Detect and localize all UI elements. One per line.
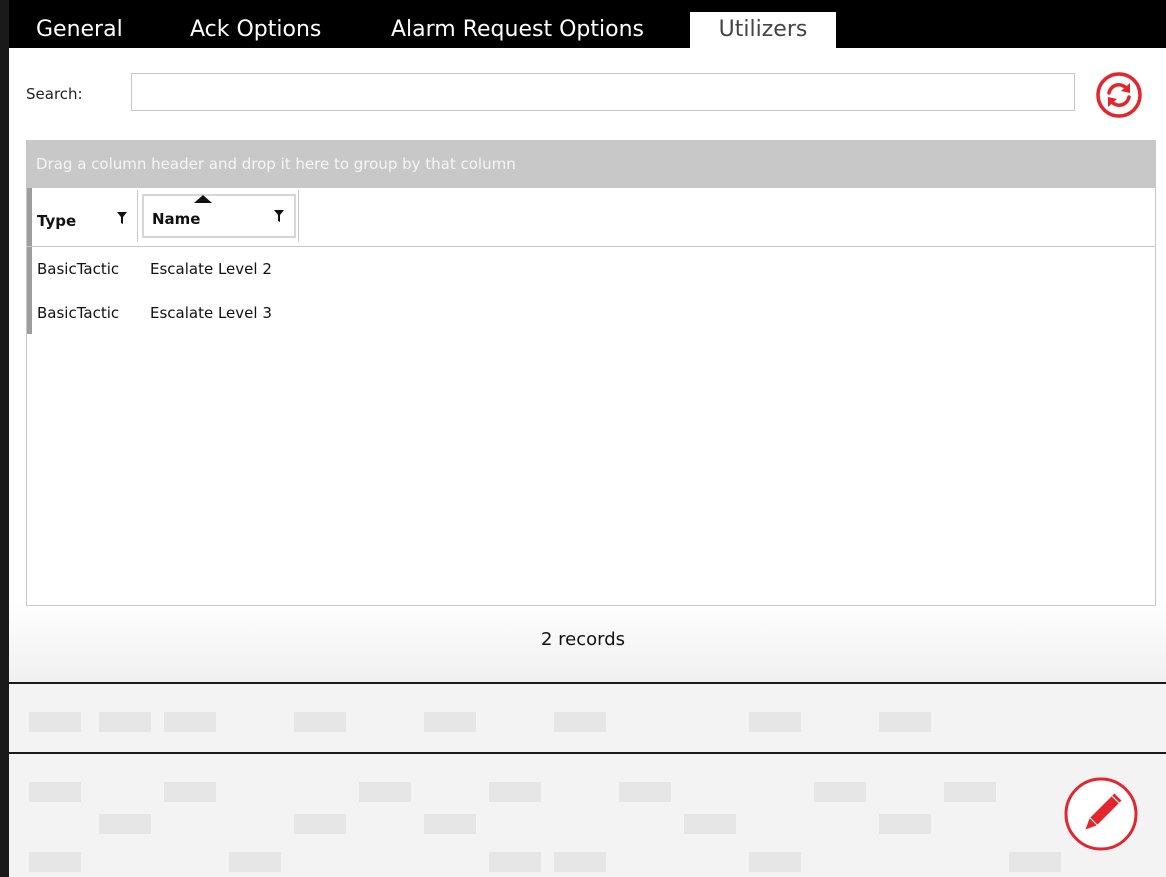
background-tile bbox=[424, 814, 476, 834]
background-tile bbox=[294, 814, 346, 834]
background-tile bbox=[164, 712, 216, 732]
cell-name: Escalate Level 2 bbox=[150, 260, 272, 278]
group-by-drop-area[interactable]: Drag a column header and drop it here to… bbox=[26, 140, 1156, 188]
background-tile bbox=[944, 782, 996, 802]
tab-alarm-request-options[interactable]: Alarm Request Options bbox=[391, 12, 644, 48]
background-tile bbox=[359, 782, 411, 802]
filter-icon[interactable] bbox=[117, 212, 127, 224]
background-tile bbox=[814, 782, 866, 802]
cell-type: BasicTactic bbox=[37, 260, 120, 278]
background-tile bbox=[879, 814, 931, 834]
search-label: Search: bbox=[26, 85, 83, 103]
tab-ack-options[interactable]: Ack Options bbox=[190, 12, 321, 48]
background-tile bbox=[229, 852, 281, 872]
cell-name: Escalate Level 3 bbox=[150, 304, 272, 322]
tab-general[interactable]: General bbox=[36, 12, 123, 48]
column-header-label: Name bbox=[152, 210, 201, 228]
background-tile bbox=[29, 852, 81, 872]
background-tile bbox=[99, 814, 151, 834]
background-tile bbox=[554, 852, 606, 872]
pencil-icon bbox=[1064, 777, 1138, 851]
background-tile bbox=[879, 712, 931, 732]
utilizers-grid: Type Name BasicTactic Escalate Level 2 B… bbox=[26, 188, 1156, 606]
background-tile bbox=[619, 782, 671, 802]
background-tile bbox=[164, 782, 216, 802]
background-tile bbox=[749, 712, 801, 732]
tab-utilizers[interactable]: Utilizers bbox=[690, 12, 836, 48]
filter-icon[interactable] bbox=[274, 210, 284, 222]
refresh-button[interactable] bbox=[1094, 70, 1144, 120]
column-header-type[interactable]: Type bbox=[37, 194, 137, 238]
background-tile bbox=[29, 782, 81, 802]
background-tile bbox=[489, 782, 541, 802]
background-tile bbox=[424, 712, 476, 732]
divider bbox=[9, 752, 1166, 754]
search-input[interactable] bbox=[131, 73, 1075, 111]
bottom-toolbar bbox=[9, 684, 1166, 877]
refresh-icon bbox=[1096, 72, 1142, 118]
background-tile bbox=[99, 712, 151, 732]
background-tile bbox=[489, 852, 541, 872]
window-left-border bbox=[0, 0, 9, 877]
background-tile bbox=[29, 712, 81, 732]
background-tile bbox=[1009, 852, 1061, 872]
edit-button[interactable] bbox=[1063, 776, 1139, 852]
background-tile bbox=[554, 712, 606, 732]
column-separator bbox=[298, 190, 299, 242]
column-separator bbox=[137, 190, 138, 242]
background-tile bbox=[749, 852, 801, 872]
grid-header-row: Type Name bbox=[27, 188, 1155, 247]
record-count: 2 records bbox=[540, 629, 626, 650]
background-tile bbox=[294, 712, 346, 732]
tab-bar: General Ack Options Alarm Request Option… bbox=[9, 0, 1166, 48]
sort-ascending-icon bbox=[194, 195, 212, 203]
column-header-name[interactable]: Name bbox=[142, 194, 296, 238]
background-tile bbox=[684, 814, 736, 834]
cell-type: BasicTactic bbox=[37, 304, 120, 322]
column-header-label: Type bbox=[37, 212, 77, 230]
